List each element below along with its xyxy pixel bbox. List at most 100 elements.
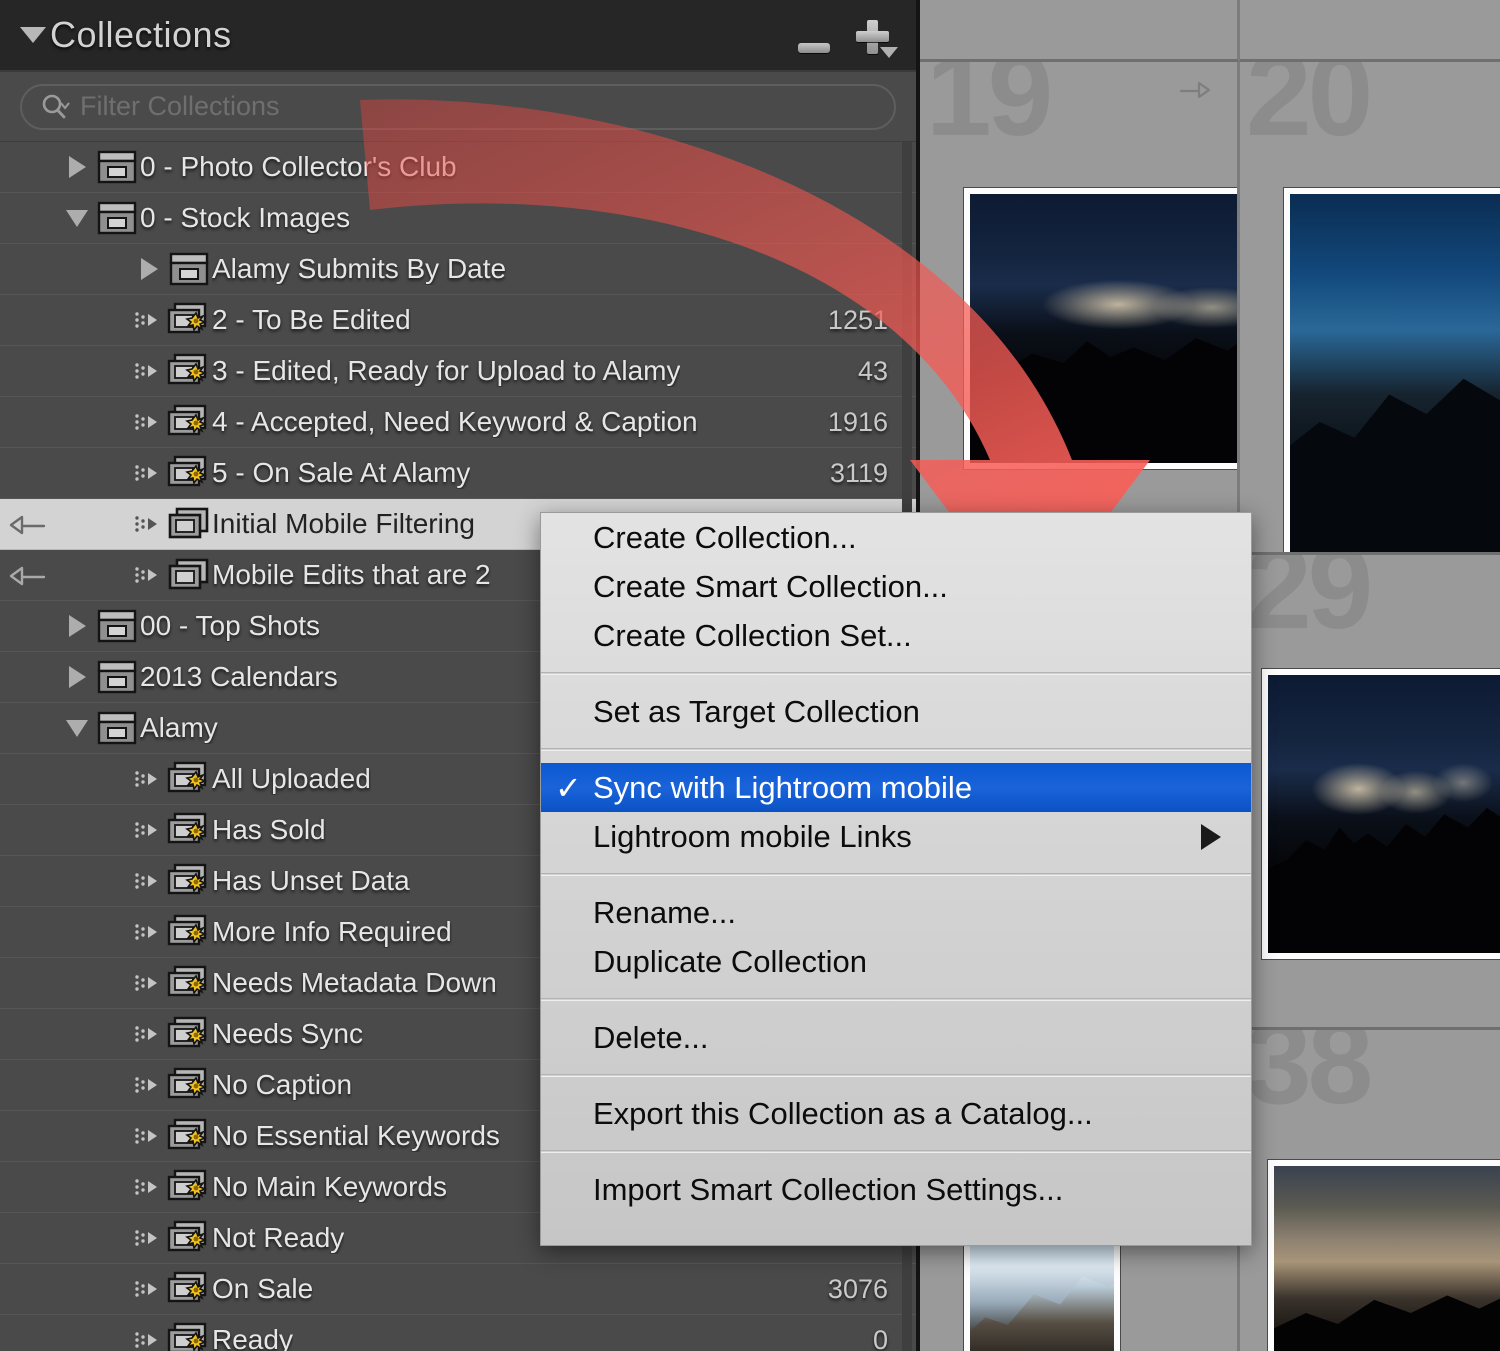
collection-context-menu[interactable]: Create Collection... Create Smart Collect… xyxy=(540,512,1252,1246)
submenu-arrow-icon xyxy=(1201,823,1221,850)
menu-separator xyxy=(541,998,1251,1001)
menu-separator xyxy=(541,672,1251,675)
grid-cell[interactable]: 19 xyxy=(920,62,1240,555)
collection-label: 0 - Photo Collector's Club xyxy=(140,151,457,182)
collection-row[interactable]: 3 - Edited, Ready for Upload to Alamy 43 xyxy=(0,346,916,397)
collection-row[interactable]: Alamy Submits By Date xyxy=(0,244,916,295)
collection-label: More Info Required xyxy=(212,916,452,947)
drag-handle-icon xyxy=(132,972,166,994)
grid-cell[interactable]: 20 xyxy=(1240,62,1500,555)
photo-image xyxy=(970,194,1237,463)
menu-item-label: Create Collection Set... xyxy=(593,617,912,653)
menu-item[interactable]: Import Smart Collection Settings... xyxy=(541,1165,1251,1214)
smart-collection-icon xyxy=(166,913,212,951)
collection-label: 5 - On Sale At Alamy xyxy=(212,457,471,488)
drag-handle-icon xyxy=(132,1023,166,1045)
collection-label: Not Ready xyxy=(212,1222,345,1253)
collection-set-icon xyxy=(94,608,140,644)
sync-arrow-icon[interactable] xyxy=(8,511,48,537)
drag-handle-icon xyxy=(132,870,166,892)
panel-header: Collections xyxy=(0,0,916,72)
smart-collection-icon xyxy=(166,454,212,492)
collection-row[interactable]: On Sale 3076 xyxy=(0,1264,916,1315)
smart-collection-icon xyxy=(166,1321,212,1351)
collection-row[interactable]: 0 - Photo Collector's Club xyxy=(0,142,916,193)
drag-handle-icon xyxy=(132,1329,166,1351)
photo-thumbnail[interactable] xyxy=(1262,669,1500,959)
collection-row[interactable]: 4 - Accepted, Need Keyword & Caption 1916 xyxy=(0,397,916,448)
sync-arrow-icon[interactable] xyxy=(8,562,48,588)
collection-set-icon xyxy=(94,659,140,695)
menu-item-label: Create Smart Collection... xyxy=(593,568,948,604)
disclosure-triangle-right-icon[interactable] xyxy=(60,666,94,688)
collection-label: 0 - Stock Images xyxy=(140,202,351,233)
disclosure-triangle-down-icon[interactable] xyxy=(60,209,94,227)
smart-collection-icon xyxy=(166,1270,212,1308)
collection-row[interactable]: 2 - To Be Edited 1251 xyxy=(0,295,916,346)
menu-item[interactable]: Lightroom mobile Links xyxy=(541,812,1251,861)
collection-count: 3076 xyxy=(827,1273,888,1304)
menu-item[interactable]: ✓ Sync with Lightroom mobile xyxy=(541,763,1251,812)
disclosure-triangle-right-icon[interactable] xyxy=(132,258,166,280)
menu-item[interactable]: Rename... xyxy=(541,888,1251,937)
menu-item-label: Delete... xyxy=(593,1019,709,1055)
drag-handle-icon xyxy=(132,360,166,382)
collection-label: Has Unset Data xyxy=(212,865,410,896)
disclosure-triangle-right-icon[interactable] xyxy=(60,615,94,637)
drag-handle-icon xyxy=(132,1278,166,1300)
search-placeholder: Filter Collections xyxy=(80,91,280,121)
add-collection-button[interactable] xyxy=(852,12,898,62)
grid-cell[interactable]: 29 xyxy=(1240,555,1500,1030)
collection-label: All Uploaded xyxy=(212,763,371,794)
collection-set-icon xyxy=(166,251,212,287)
filter-row: Filter Collections xyxy=(0,72,916,142)
drag-handle-icon xyxy=(132,462,166,484)
search-input[interactable]: Filter Collections xyxy=(20,83,896,130)
drag-handle-icon xyxy=(132,768,166,790)
menu-item-label: Sync with Lightroom mobile xyxy=(593,769,973,805)
collection-label: Mobile Edits that are 2 xyxy=(212,559,491,590)
collection-row[interactable]: 5 - On Sale At Alamy 3119 xyxy=(0,448,916,499)
menu-item[interactable]: Set as Target Collection xyxy=(541,687,1251,736)
checkmark-icon: ✓ xyxy=(555,769,582,806)
panel-collapse-toggle[interactable] xyxy=(16,27,50,43)
collection-label: Alamy Submits By Date xyxy=(212,253,507,284)
photo-thumbnail[interactable] xyxy=(1284,188,1500,552)
collection-label: 2 - To Be Edited xyxy=(212,304,411,335)
remove-collection-button[interactable] xyxy=(798,43,830,53)
menu-item-label: Import Smart Collection Settings... xyxy=(593,1171,1064,1207)
disclosure-triangle-right-icon[interactable] xyxy=(60,156,94,178)
drag-handle-icon xyxy=(132,819,166,841)
sync-arrow-icon xyxy=(1179,78,1211,100)
menu-item[interactable]: Create Collection... xyxy=(541,513,1251,562)
collection-label: 00 - Top Shots xyxy=(140,610,321,641)
menu-item[interactable]: Delete... xyxy=(541,1013,1251,1062)
smart-collection-icon xyxy=(166,352,212,390)
menu-item-label: Set as Target Collection xyxy=(593,693,920,729)
menu-item[interactable]: Duplicate Collection xyxy=(541,937,1251,986)
drag-handle-icon xyxy=(132,1074,166,1096)
grid-cell-partial-top-right[interactable] xyxy=(1240,0,1500,62)
disclosure-triangle-down-icon[interactable] xyxy=(60,719,94,737)
collection-row[interactable]: 0 - Stock Images xyxy=(0,193,916,244)
drag-handle-icon xyxy=(132,921,166,943)
collection-row[interactable]: Ready 0 xyxy=(0,1315,916,1351)
photo-thumbnail[interactable] xyxy=(964,188,1237,469)
menu-separator xyxy=(541,1074,1251,1077)
grid-cell-partial-top-left[interactable] xyxy=(920,0,1240,62)
menu-item[interactable]: Create Collection Set... xyxy=(541,611,1251,660)
collection-label: Needs Metadata Down xyxy=(212,967,497,998)
grid-cell[interactable]: 38 xyxy=(1240,1030,1500,1351)
menu-separator xyxy=(541,873,1251,876)
smart-collection-icon xyxy=(166,811,212,849)
drag-handle-icon xyxy=(132,564,166,586)
smart-collection-icon xyxy=(166,1066,212,1104)
photo-thumbnail[interactable] xyxy=(1268,1160,1500,1351)
lightroom-window: 19 20 29 38 Collections Filter Collectio… xyxy=(0,0,1500,1351)
menu-item-label: Rename... xyxy=(593,894,737,930)
collection-label: No Caption xyxy=(212,1069,353,1100)
menu-item[interactable]: Create Smart Collection... xyxy=(541,562,1251,611)
menu-item[interactable]: Export this Collection as a Catalog... xyxy=(541,1089,1251,1138)
drag-handle-icon xyxy=(132,1125,166,1147)
menu-item-label: Duplicate Collection xyxy=(593,943,867,979)
